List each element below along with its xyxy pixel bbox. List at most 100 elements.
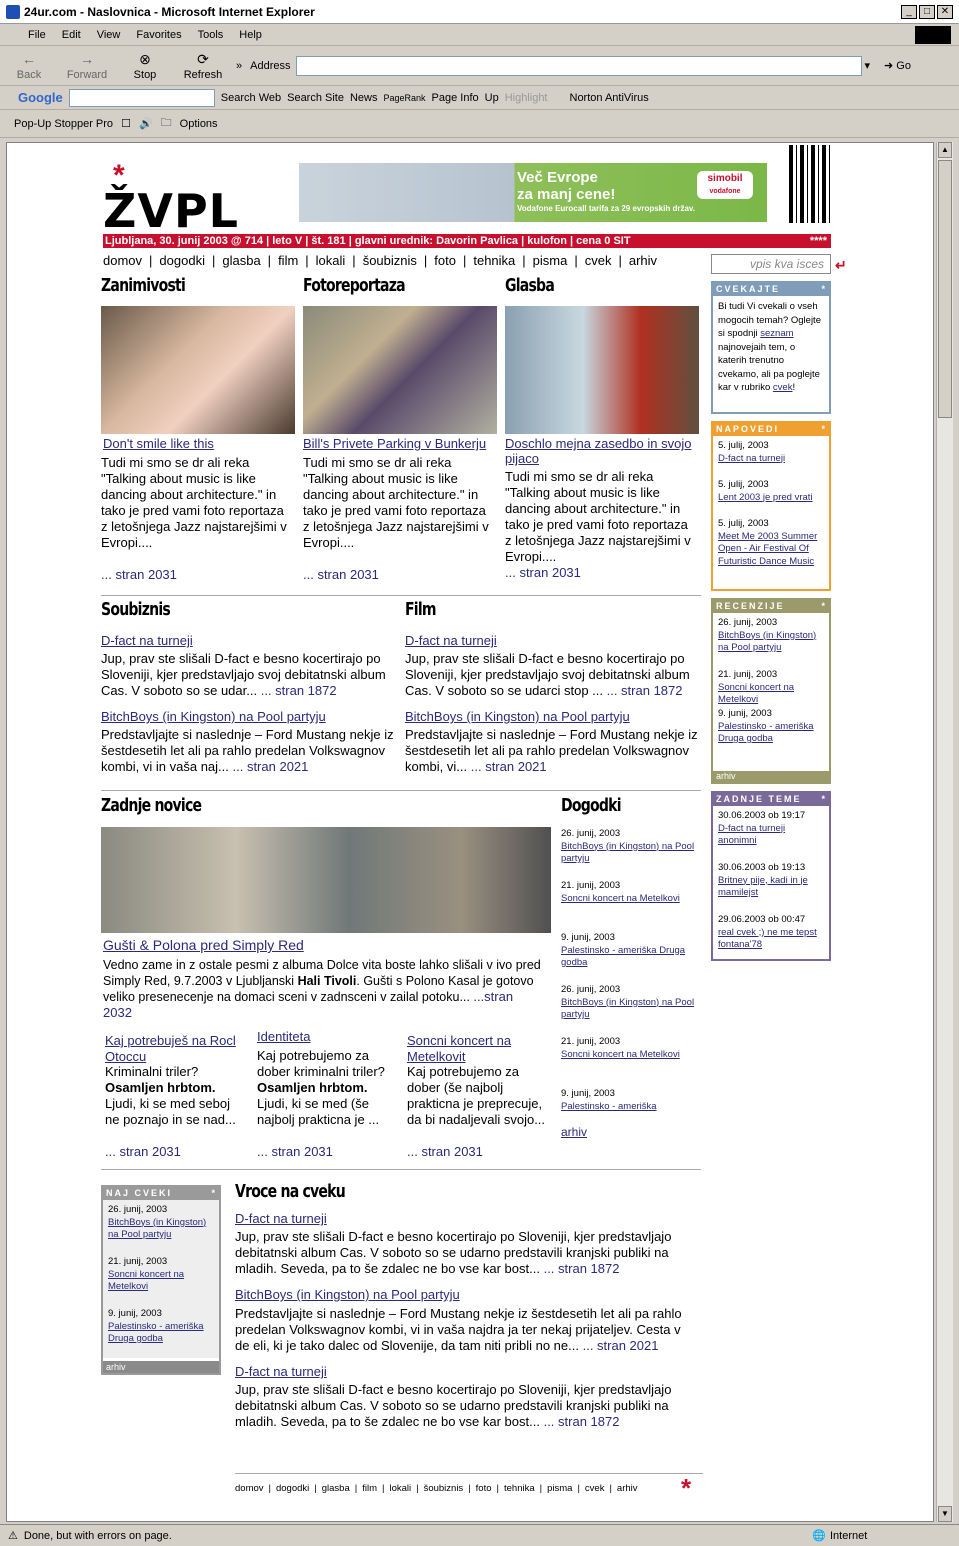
search-site-button[interactable]: Search Site — [287, 92, 344, 104]
scroll-up-icon[interactable]: ▲ — [938, 142, 952, 158]
vroce-link-3[interactable]: D-fact na turneji — [235, 1364, 327, 1379]
zadnje-teme-link-2[interactable]: Britney pije, kadi in je mamilejst — [718, 875, 808, 899]
napovedi-link-2[interactable]: Lent 2003 je pred vrati — [718, 492, 813, 503]
folder-icon[interactable]: 🗀 — [161, 114, 172, 133]
menu-favorites[interactable]: Favorites — [128, 29, 189, 41]
more-col1[interactable]: ... stran 2031 — [101, 567, 177, 582]
dogodki-arhiv-link[interactable]: arhiv — [561, 1125, 587, 1139]
vertical-scrollbar[interactable]: ▲ ▼ — [936, 142, 953, 1522]
photo-smile[interactable] — [101, 306, 295, 434]
cvek-link[interactable]: cvek — [773, 382, 793, 393]
page-info-button[interactable]: Page Info — [432, 92, 479, 104]
address-dropdown-icon[interactable]: ▾ — [864, 59, 870, 72]
soubiznis-link-2[interactable]: BitchBoys (in Kingston) na Pool partyju — [101, 709, 326, 724]
minimize-button[interactable]: _ — [901, 5, 917, 19]
toolbar-chevron[interactable]: » — [236, 60, 242, 72]
footer-pisma[interactable]: pisma — [547, 1483, 572, 1494]
menu-tools[interactable]: Tools — [190, 29, 232, 41]
zadnje-teme-link-3[interactable]: real cvek ;) ne me tepst fontana'78 — [718, 927, 817, 951]
recenzije-link-2[interactable]: Soncni koncert na Metelkovi — [718, 682, 794, 706]
site-logo[interactable]: ŽVPL — [103, 188, 239, 234]
nav-pisma[interactable]: pisma — [533, 253, 568, 268]
film-more-1[interactable]: ... stran 1872 — [607, 683, 683, 698]
footer-arhiv[interactable]: arhiv — [617, 1483, 638, 1494]
photo-bottle[interactable] — [505, 306, 699, 434]
more-col3[interactable]: ... stran 2031 — [505, 565, 581, 580]
go-button[interactable]: ➜ Go — [884, 59, 911, 72]
nav-tehnika[interactable]: tehnika — [473, 253, 515, 268]
search-web-button[interactable]: Search Web — [221, 92, 281, 104]
menu-help[interactable]: Help — [231, 29, 270, 41]
ad-banner[interactable]: Več Evrope za manj cene! Vodafone Euroca… — [299, 163, 767, 222]
vroce-link-2[interactable]: BitchBoys (in Kingston) na Pool partyju — [235, 1287, 460, 1302]
recenzije-link-3[interactable]: Palestinsko - ameriška Druga godba — [718, 721, 814, 745]
maximize-button[interactable]: □ — [919, 5, 935, 19]
soubiznis-link-1[interactable]: D-fact na turneji — [101, 633, 193, 648]
scroll-down-icon[interactable]: ▼ — [938, 1506, 952, 1522]
popup-toggle-icon[interactable]: ☐ — [121, 117, 131, 130]
nav-glasba[interactable]: glasba — [222, 253, 260, 268]
zadnje-teme-author-1[interactable]: anonimni — [718, 835, 757, 846]
photo-gusti-polona[interactable] — [101, 827, 551, 933]
link-col2[interactable]: Bill's Privete Parking v Bunkerju — [303, 436, 486, 451]
zadnje-sub1-more[interactable]: ... stran 2031 — [105, 1144, 181, 1159]
film-more-2[interactable]: ... stran 2021 — [471, 759, 547, 774]
back-button[interactable]: ← Back — [0, 51, 58, 81]
news-button[interactable]: News — [350, 92, 378, 104]
refresh-button[interactable]: ⟳ Refresh — [174, 51, 232, 81]
norton-antivirus-button[interactable]: Norton AntiVirus — [570, 92, 649, 104]
scroll-thumb[interactable] — [938, 160, 952, 418]
dogodki-link-2[interactable]: Soncni koncert na Metelkovi — [561, 893, 680, 904]
photo-parking[interactable] — [303, 306, 497, 434]
vroce-link-1[interactable]: D-fact na turneji — [235, 1211, 327, 1226]
film-link-2[interactable]: BitchBoys (in Kingston) na Pool partyju — [405, 709, 630, 724]
recenzije-link-1[interactable]: BitchBoys (in Kingston) na Pool partyju — [718, 630, 816, 654]
options-button[interactable]: Options — [180, 118, 218, 130]
dogodki-link-3[interactable]: Palestinsko - ameriška Druga godba — [561, 945, 685, 969]
close-button[interactable]: ✕ — [937, 5, 953, 19]
vroce-more-3[interactable]: ... stran 1872 — [544, 1414, 620, 1429]
sound-icon[interactable]: 🔊 — [139, 117, 153, 130]
link-col3[interactable]: Doschlo mejna zasedbo in svojo pijaco — [505, 436, 701, 466]
menu-edit[interactable]: Edit — [54, 29, 89, 41]
up-button[interactable]: Up — [485, 92, 499, 104]
naj-cveki-link-1[interactable]: BitchBoys (in Kingston) na Pool partyju — [108, 1217, 206, 1241]
vroce-more-2[interactable]: ... stran 2021 — [583, 1338, 659, 1353]
naj-cveki-link-3[interactable]: Palestinsko - ameriška Druga godba — [108, 1321, 204, 1345]
zadnje-sub2-more[interactable]: ... stran 2031 — [257, 1144, 333, 1159]
footer-cvek[interactable]: cvek — [585, 1483, 605, 1494]
footer-glasba[interactable]: glasba — [322, 1483, 350, 1494]
dogodki-link-4[interactable]: BitchBoys (in Kingston) na Pool partyju — [561, 997, 694, 1021]
stop-button[interactable]: ⊗ Stop — [116, 51, 174, 81]
link-col1[interactable]: Don't smile like this — [103, 436, 214, 451]
footer-lokali[interactable]: lokali — [389, 1483, 411, 1494]
soubiznis-more-1[interactable]: ... stran 1872 — [261, 683, 337, 698]
highlight-button[interactable]: Highlight — [505, 92, 548, 104]
google-search-input[interactable] — [68, 88, 215, 107]
dogodki-link-6[interactable]: Palestinsko - ameriška — [561, 1101, 657, 1112]
popup-stopper-label[interactable]: Pop-Up Stopper Pro — [14, 118, 113, 130]
address-input[interactable] — [296, 55, 863, 76]
nav-film[interactable]: film — [278, 253, 298, 268]
footer-domov[interactable]: domov — [235, 1483, 264, 1494]
footer-tehnika[interactable]: tehnika — [504, 1483, 535, 1494]
nav-cvek[interactable]: cvek — [585, 253, 612, 268]
search-submit-icon[interactable]: ↵ — [835, 257, 847, 274]
menu-file[interactable]: File — [20, 29, 54, 41]
zadnje-teme-link-1[interactable]: D-fact na turneji — [718, 823, 785, 834]
zadnje-sub2-link[interactable]: Identiteta — [257, 1029, 311, 1044]
footer-dogodki[interactable]: dogodki — [276, 1483, 309, 1494]
nav-dogodki[interactable]: dogodki — [159, 253, 205, 268]
more-col2[interactable]: ... stran 2031 — [303, 567, 379, 582]
nav-arhiv[interactable]: arhiv — [629, 253, 657, 268]
footer-soubiznis[interactable]: šoubiznis — [424, 1483, 464, 1494]
dogodki-link-5[interactable]: Soncni koncert na Metelkovi — [561, 1049, 680, 1060]
nav-lokali[interactable]: lokali — [316, 253, 346, 268]
google-logo[interactable]: Google — [18, 90, 63, 105]
napovedi-link-3[interactable]: Meet Me 2003 Summer Open - Air Festival … — [718, 531, 817, 567]
zadnje-sub1-link[interactable]: Kaj potrebuješ na Rocl Otoccu — [105, 1033, 245, 1065]
forward-button[interactable]: → Forward — [58, 51, 116, 81]
zadnje-sub3-link[interactable]: Soncni koncert na Metelkovit — [407, 1033, 547, 1065]
vroce-more-1[interactable]: ... stran 1872 — [544, 1261, 620, 1276]
zadnje-main-link[interactable]: Gušti & Polona pred Simply Red — [103, 937, 304, 953]
